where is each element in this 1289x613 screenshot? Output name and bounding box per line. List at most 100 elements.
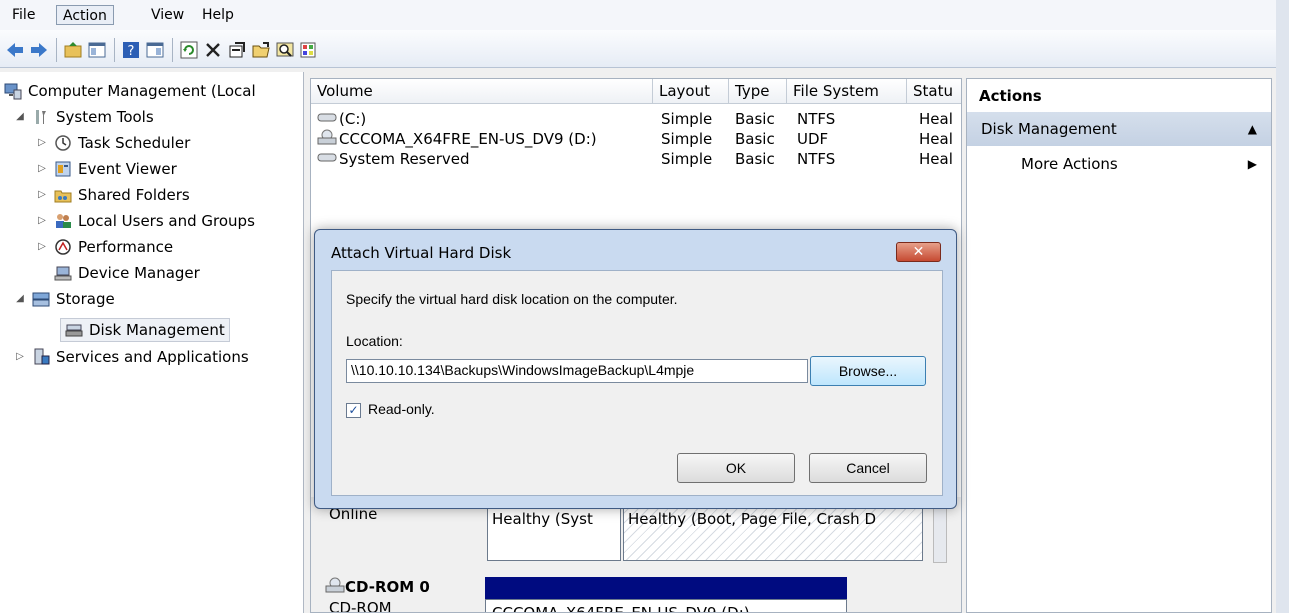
actions-panel: Actions Disk Management ▲ More Actions ▶ <box>966 78 1272 613</box>
expand-arrow-icon[interactable]: ▷ <box>36 208 48 234</box>
tree-label: Disk Management <box>89 321 225 339</box>
tree-label: Device Manager <box>78 264 200 282</box>
column-header-layout[interactable]: Layout <box>653 79 729 104</box>
expand-arrow-icon[interactable]: ▷ <box>36 182 48 208</box>
volume-fs: UDF <box>797 130 829 148</box>
volume-status: Heal <box>919 130 953 148</box>
partition-label: CCCOMA_X64FRE_EN-US_DV9 (D:) <box>492 604 750 613</box>
users-icon <box>54 212 72 230</box>
disk-map: Online Healthy (Syst Healthy (Boot, Page… <box>311 497 961 613</box>
partition-c[interactable]: Healthy (Boot, Page File, Crash D <box>623 503 923 561</box>
export-icon[interactable] <box>298 39 320 61</box>
search-icon[interactable] <box>274 39 296 61</box>
expand-arrow-icon[interactable]: ▷ <box>36 156 48 182</box>
expand-arrow-icon[interactable]: ▷ <box>36 234 48 260</box>
tree-item-event-viewer[interactable]: ▷ Event Viewer <box>36 156 177 182</box>
tree-item-local-users[interactable]: ▷ Local Users and Groups <box>36 208 255 234</box>
volume-fs: NTFS <box>797 110 836 128</box>
tree-item-services-applications[interactable]: ▷ Services and Applications <box>14 344 249 370</box>
cdrom-partition[interactable]: CCCOMA_X64FRE_EN-US_DV9 (D:) <box>485 599 847 613</box>
clock-icon <box>54 134 72 152</box>
volume-table-header: Volume Layout Type File System Statu <box>311 79 961 104</box>
tree-label: Event Viewer <box>78 160 177 178</box>
forward-arrow-icon[interactable] <box>28 39 50 61</box>
volume-type: Basic <box>735 110 775 128</box>
storage-icon <box>32 290 50 308</box>
tree-item-task-scheduler[interactable]: ▷ Task Scheduler <box>36 130 190 156</box>
table-row[interactable]: (C:) Simple Basic NTFS Heal <box>311 109 961 129</box>
cd-drive-icon <box>325 577 345 597</box>
volume-fs: NTFS <box>797 150 836 168</box>
help-icon[interactable]: ? <box>120 39 142 61</box>
computer-icon <box>4 82 22 100</box>
readonly-checkbox[interactable]: ✓ <box>346 403 361 418</box>
volume-name: System Reserved <box>339 150 470 168</box>
tree-item-performance[interactable]: ▷ Performance <box>36 234 173 260</box>
performance-gauge-icon <box>54 238 72 256</box>
show-hide-tree-icon[interactable] <box>86 39 108 61</box>
column-header-status[interactable]: Statu <box>907 79 961 104</box>
tree-label: Local Users and Groups <box>78 212 255 230</box>
volume-drive-icon <box>317 149 339 169</box>
submenu-arrow-icon: ▶ <box>1247 157 1257 171</box>
menu-file[interactable]: File <box>6 5 41 25</box>
more-actions-item[interactable]: More Actions ▶ <box>967 152 1271 176</box>
right-scrollbar[interactable] <box>1276 0 1289 613</box>
tree-item-device-manager[interactable]: Device Manager <box>54 260 200 286</box>
back-arrow-icon[interactable] <box>4 39 26 61</box>
properties-icon[interactable] <box>226 39 248 61</box>
disk-scrollbar[interactable] <box>933 503 947 563</box>
column-header-file-system[interactable]: File System <box>787 79 907 104</box>
collapse-arrow-icon[interactable]: ◢ <box>14 286 26 312</box>
tree-item-shared-folders[interactable]: ▷ Shared Folders <box>36 182 190 208</box>
tree-label: Shared Folders <box>78 186 190 204</box>
browse-button[interactable]: Browse... <box>810 356 926 386</box>
volume-layout: Simple <box>661 130 713 148</box>
navigation-tree: Computer Management (Local ◢ System Tool… <box>0 72 304 613</box>
collapse-arrow-icon[interactable]: ◢ <box>14 104 26 130</box>
event-log-icon <box>54 160 72 178</box>
dialog-title: Attach Virtual Hard Disk <box>331 244 512 262</box>
services-icon <box>32 348 50 366</box>
volume-type: Basic <box>735 150 775 168</box>
collapse-up-icon[interactable]: ▲ <box>1248 112 1257 146</box>
partition-system-reserved[interactable]: Healthy (Syst <box>487 503 621 561</box>
actions-heading: Actions <box>979 87 1042 105</box>
location-input[interactable]: \\10.10.10.134\Backups\WindowsImageBacku… <box>346 359 808 383</box>
ok-button[interactable]: OK <box>677 453 795 483</box>
table-row[interactable]: CCCOMA_X64FRE_EN-US_DV9 (D:) Simple Basi… <box>311 129 961 149</box>
table-row[interactable]: System Reserved Simple Basic NTFS Heal <box>311 149 961 169</box>
dialog-body: Specify the virtual hard disk location o… <box>331 270 943 496</box>
tree-item-storage[interactable]: ◢ Storage <box>14 286 115 312</box>
close-button[interactable]: ✕ <box>896 242 941 262</box>
column-header-type[interactable]: Type <box>729 79 787 104</box>
tree-label: Services and Applications <box>56 348 249 366</box>
delete-icon[interactable] <box>202 39 224 61</box>
shared-folder-icon <box>54 186 72 204</box>
cdrom-partition-bar <box>485 577 847 599</box>
volume-type: Basic <box>735 130 775 148</box>
refresh-icon[interactable] <box>178 39 200 61</box>
tree-item-disk-management[interactable]: Disk Management <box>60 318 230 342</box>
toolbar: ? <box>0 30 1289 68</box>
menu-view[interactable]: View <box>145 5 190 25</box>
tree-label: Task Scheduler <box>78 134 191 152</box>
tree-label: System Tools <box>56 108 154 126</box>
expand-arrow-icon[interactable]: ▷ <box>14 344 26 370</box>
svg-text:?: ? <box>128 44 135 59</box>
actions-section-disk-management[interactable]: Disk Management ▲ <box>967 112 1271 146</box>
up-folder-icon[interactable] <box>62 39 84 61</box>
tools-icon <box>32 108 50 126</box>
tree-item-computer-management[interactable]: Computer Management (Local <box>4 78 256 104</box>
cd-drive-icon <box>317 129 339 149</box>
column-header-volume[interactable]: Volume <box>311 79 653 104</box>
menu-help[interactable]: Help <box>196 5 240 25</box>
menu-action[interactable]: Action <box>56 5 114 25</box>
open-icon[interactable] <box>250 39 272 61</box>
console-pane-icon[interactable] <box>144 39 166 61</box>
cancel-button[interactable]: Cancel <box>809 453 927 483</box>
readonly-label[interactable]: Read-only. <box>368 401 435 417</box>
device-manager-icon <box>54 264 72 282</box>
tree-item-system-tools[interactable]: ◢ System Tools <box>14 104 154 130</box>
expand-arrow-icon[interactable]: ▷ <box>36 130 48 156</box>
